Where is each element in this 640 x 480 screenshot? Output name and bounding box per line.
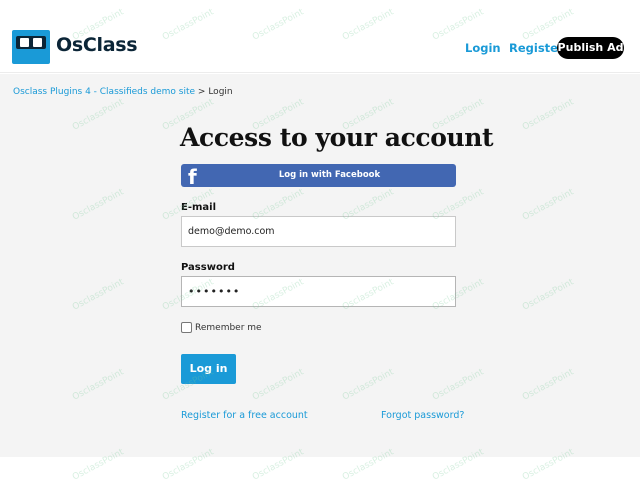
nav-login-link[interactable]: Login bbox=[465, 41, 501, 55]
password-label: Password bbox=[181, 262, 235, 273]
footer bbox=[0, 457, 640, 480]
email-field[interactable]: demo@demo.com bbox=[181, 216, 456, 247]
remember-me-checkbox[interactable] bbox=[181, 322, 192, 333]
register-link[interactable]: Register for a free account bbox=[181, 410, 308, 421]
logo-text[interactable]: OsClass bbox=[56, 34, 138, 56]
remember-me[interactable]: Remember me bbox=[181, 322, 262, 333]
logo-icon[interactable] bbox=[12, 30, 50, 64]
breadcrumb: Osclass Plugins 4 - Classifieds demo sit… bbox=[13, 87, 233, 97]
breadcrumb-current: Login bbox=[208, 87, 233, 97]
breadcrumb-separator: > bbox=[195, 87, 209, 97]
password-field[interactable]: ••••••• bbox=[181, 276, 456, 307]
remember-me-label: Remember me bbox=[195, 322, 262, 333]
page-title: Access to your account bbox=[180, 123, 494, 152]
nav-register-link[interactable]: Register bbox=[509, 41, 564, 55]
publish-ad-button[interactable]: Publish Ad bbox=[557, 37, 624, 59]
forgot-password-link[interactable]: Forgot password? bbox=[381, 410, 464, 421]
login-submit-button[interactable]: Log in bbox=[181, 354, 236, 384]
facebook-login-label: Log in with Facebook bbox=[278, 170, 381, 180]
email-label: E-mail bbox=[181, 202, 217, 213]
breadcrumb-home-link[interactable]: Osclass Plugins 4 - Classifieds demo sit… bbox=[13, 87, 195, 97]
